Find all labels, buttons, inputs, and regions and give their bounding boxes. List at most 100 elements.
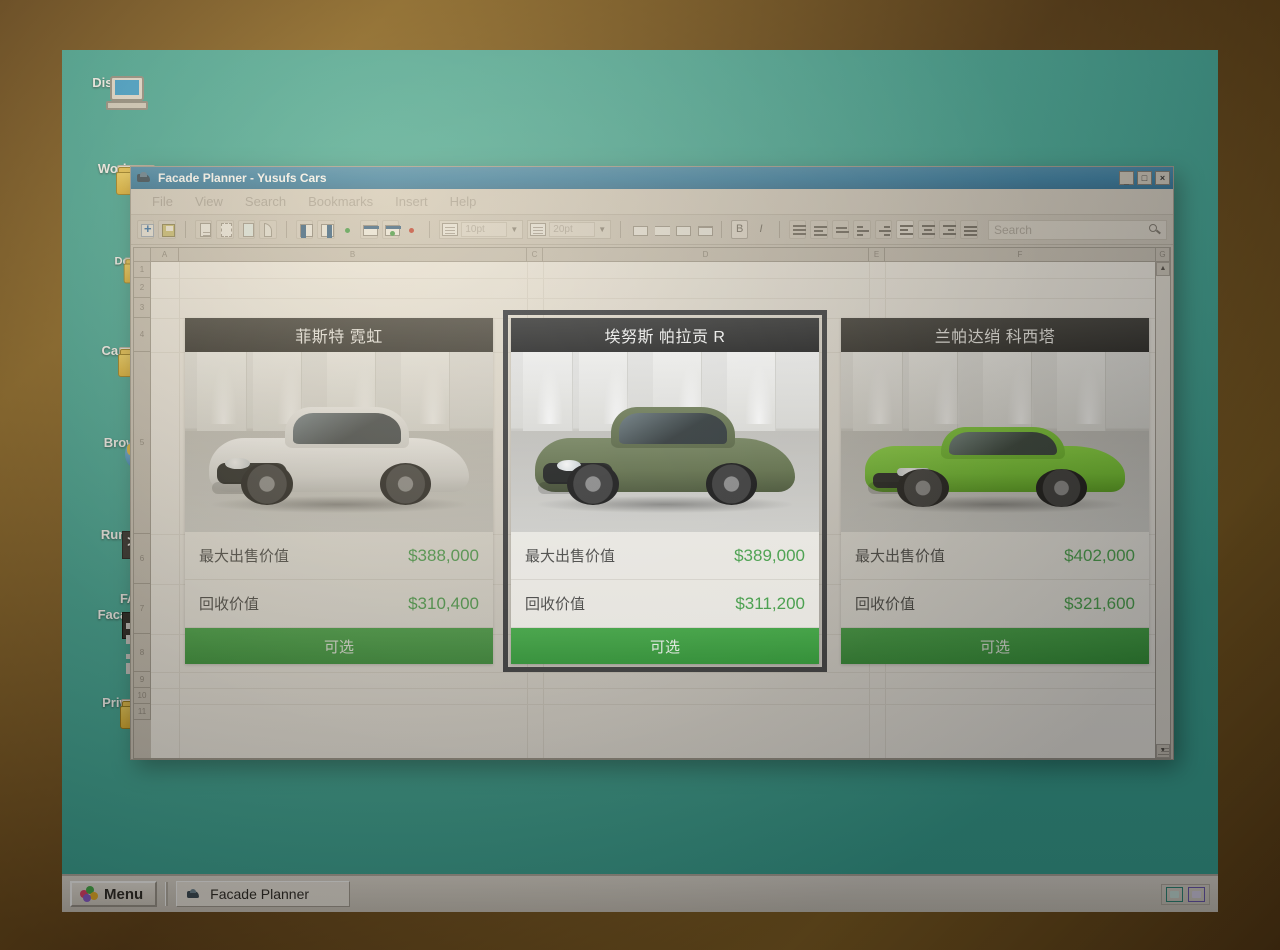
system-tray[interactable] — [1161, 883, 1210, 905]
select-all-corner[interactable] — [134, 248, 151, 262]
insert-column-left-icon[interactable] — [295, 220, 314, 239]
row-header[interactable]: 5 — [134, 352, 151, 534]
column-header-f[interactable]: F — [885, 248, 1156, 262]
cell-borders-icon[interactable] — [673, 220, 692, 239]
column-header-g[interactable]: G — [1156, 248, 1170, 262]
row-headers[interactable]: 1 2 3 4 5 6 7 8 9 10 11 — [134, 262, 151, 758]
column-header-b[interactable]: B — [179, 248, 527, 262]
valign-top-icon[interactable] — [788, 220, 807, 239]
menu-item-help[interactable]: Help — [439, 192, 488, 211]
menu-item-search[interactable]: Search — [234, 192, 297, 211]
vertical-scrollbar[interactable]: ▲ ▼ — [1155, 262, 1170, 758]
row-header[interactable]: 11 — [134, 704, 151, 720]
menu-item-file[interactable]: File — [141, 192, 184, 211]
vehicle-card[interactable]: 菲斯特 霓虹 最大出售价值 $388,000 回收价值 $310,400 可选 — [185, 318, 493, 664]
vehicle-card[interactable]: 埃努斯 帕拉贡 R 最大出售价值 $389,000 回收价值 $311,200 … — [503, 310, 827, 672]
car-silhouette — [859, 402, 1130, 514]
row-header[interactable]: 7 — [134, 584, 151, 634]
window-titlebar[interactable]: Facade Planner - Yusufs Cars _ □ × — [131, 167, 1173, 189]
column-header-c[interactable]: C — [527, 248, 543, 262]
insert-row-above-icon[interactable] — [360, 220, 380, 239]
toolbar-separator — [184, 221, 186, 238]
taskbar[interactable]: Menu Facade Planner — [62, 874, 1218, 912]
document-icon[interactable] — [194, 220, 213, 239]
delete-row-icon[interactable] — [403, 220, 420, 239]
scrollbar-track[interactable] — [1156, 276, 1170, 744]
merge-cells-icon[interactable] — [630, 220, 649, 239]
valign-middle-icon[interactable] — [810, 220, 828, 239]
spreadsheet[interactable]: A B C D E F G 1 2 3 4 5 6 7 8 9 10 11 菲斯… — [133, 247, 1171, 759]
align-left-icon[interactable] — [896, 220, 914, 239]
add-column-icon[interactable] — [339, 220, 356, 239]
italic-button[interactable]: I — [752, 220, 769, 239]
column-header-d[interactable]: D — [543, 248, 869, 262]
align-justify-icon[interactable] — [960, 220, 978, 239]
font-size-select[interactable]: 20pt ▼ — [527, 220, 612, 239]
row-header[interactable]: 4 — [134, 318, 151, 352]
gridline — [151, 688, 1155, 689]
align-right-icon[interactable] — [939, 220, 957, 239]
cut-icon[interactable] — [259, 220, 277, 239]
chevron-down-icon[interactable]: ▼ — [510, 225, 520, 234]
insert-column-right-icon[interactable] — [317, 220, 335, 239]
start-menu-button[interactable]: Menu — [70, 881, 158, 907]
close-button[interactable]: × — [1155, 171, 1170, 185]
task-button-facade-planner[interactable]: Facade Planner — [176, 881, 351, 907]
display-tray-icon[interactable] — [1188, 886, 1205, 902]
gridline — [151, 672, 1155, 673]
taskbar-separator — [165, 882, 169, 906]
bold-button[interactable]: B — [730, 220, 749, 239]
row-header[interactable]: 10 — [134, 688, 151, 704]
align-center-icon[interactable] — [917, 220, 935, 239]
toolbar[interactable]: 10pt ▼ 20pt ▼ B I — [131, 215, 1173, 245]
cell-width-icon[interactable] — [695, 220, 713, 239]
chevron-down-icon[interactable]: ▼ — [598, 225, 608, 234]
select-vehicle-button[interactable]: 可选 — [841, 628, 1149, 664]
stat-label: 回收价值 — [525, 596, 586, 613]
select-vehicle-button[interactable]: 可选 — [511, 628, 819, 664]
search-input[interactable] — [993, 222, 1149, 237]
menu-item-view[interactable]: View — [184, 192, 234, 211]
menu-item-bookmarks[interactable]: Bookmarks — [297, 192, 384, 211]
row-header[interactable]: 3 — [134, 298, 151, 318]
column-header-a[interactable]: A — [151, 248, 179, 262]
gridline — [179, 262, 180, 758]
window-title: Facade Planner - Yusufs Cars — [158, 171, 327, 185]
stat-label: 回收价值 — [199, 596, 260, 613]
paste-icon[interactable] — [237, 220, 256, 239]
row-header[interactable]: 9 — [134, 672, 151, 688]
row-header[interactable]: 6 — [134, 534, 151, 584]
row-header[interactable]: 1 — [134, 262, 151, 278]
save-icon[interactable] — [158, 220, 176, 239]
indent-right-icon[interactable] — [874, 220, 893, 239]
maximize-button[interactable]: □ — [1137, 171, 1152, 185]
insert-row-below-icon[interactable] — [381, 220, 401, 239]
indent-left-icon[interactable] — [853, 220, 871, 239]
sheet-canvas[interactable]: 菲斯特 霓虹 最大出售价值 $388,000 回收价值 $310,400 可选 … — [151, 262, 1155, 758]
new-icon[interactable] — [137, 220, 155, 239]
row-header[interactable]: 8 — [134, 634, 151, 672]
desktop[interactable]: Disk Work Do Cars Brow Run.C Facade Priv… — [62, 50, 1218, 874]
search-icon[interactable] — [1148, 223, 1161, 236]
scroll-up-button[interactable]: ▲ — [1156, 262, 1170, 276]
font-name-select[interactable]: 10pt ▼ — [439, 220, 524, 239]
split-cells-icon[interactable] — [652, 220, 670, 239]
column-header-e[interactable]: E — [869, 248, 885, 262]
vehicle-card[interactable]: 兰帕达绡 科西塔 最大出售价值 $402,000 回收价值 $321,600 可… — [841, 318, 1149, 664]
grid-body[interactable]: 1 2 3 4 5 6 7 8 9 10 11 菲斯特 霓虹 最大出售价值 $3… — [134, 262, 1170, 758]
vehicle-name: 菲斯特 霓虹 — [185, 318, 493, 352]
resize-grip[interactable] — [1156, 744, 1169, 757]
valign-bottom-icon[interactable] — [831, 220, 850, 239]
network-tray-icon[interactable] — [1166, 886, 1183, 902]
column-headers[interactable]: A B C D E F G — [134, 248, 1170, 262]
menu-item-insert[interactable]: Insert — [384, 192, 439, 211]
minimize-button[interactable]: _ — [1119, 171, 1134, 186]
window-controls[interactable]: _ □ × — [1119, 171, 1170, 186]
copy-icon[interactable] — [216, 220, 234, 239]
search-box[interactable] — [987, 219, 1167, 240]
desktop-icon-disk[interactable]: Disk — [68, 76, 148, 110]
select-vehicle-button[interactable]: 可选 — [185, 628, 493, 664]
facade-planner-window[interactable]: Facade Planner - Yusufs Cars _ □ × File … — [130, 166, 1174, 760]
row-header[interactable]: 2 — [134, 278, 151, 298]
menu-bar[interactable]: File View Search Bookmarks Insert Help — [131, 189, 1173, 215]
